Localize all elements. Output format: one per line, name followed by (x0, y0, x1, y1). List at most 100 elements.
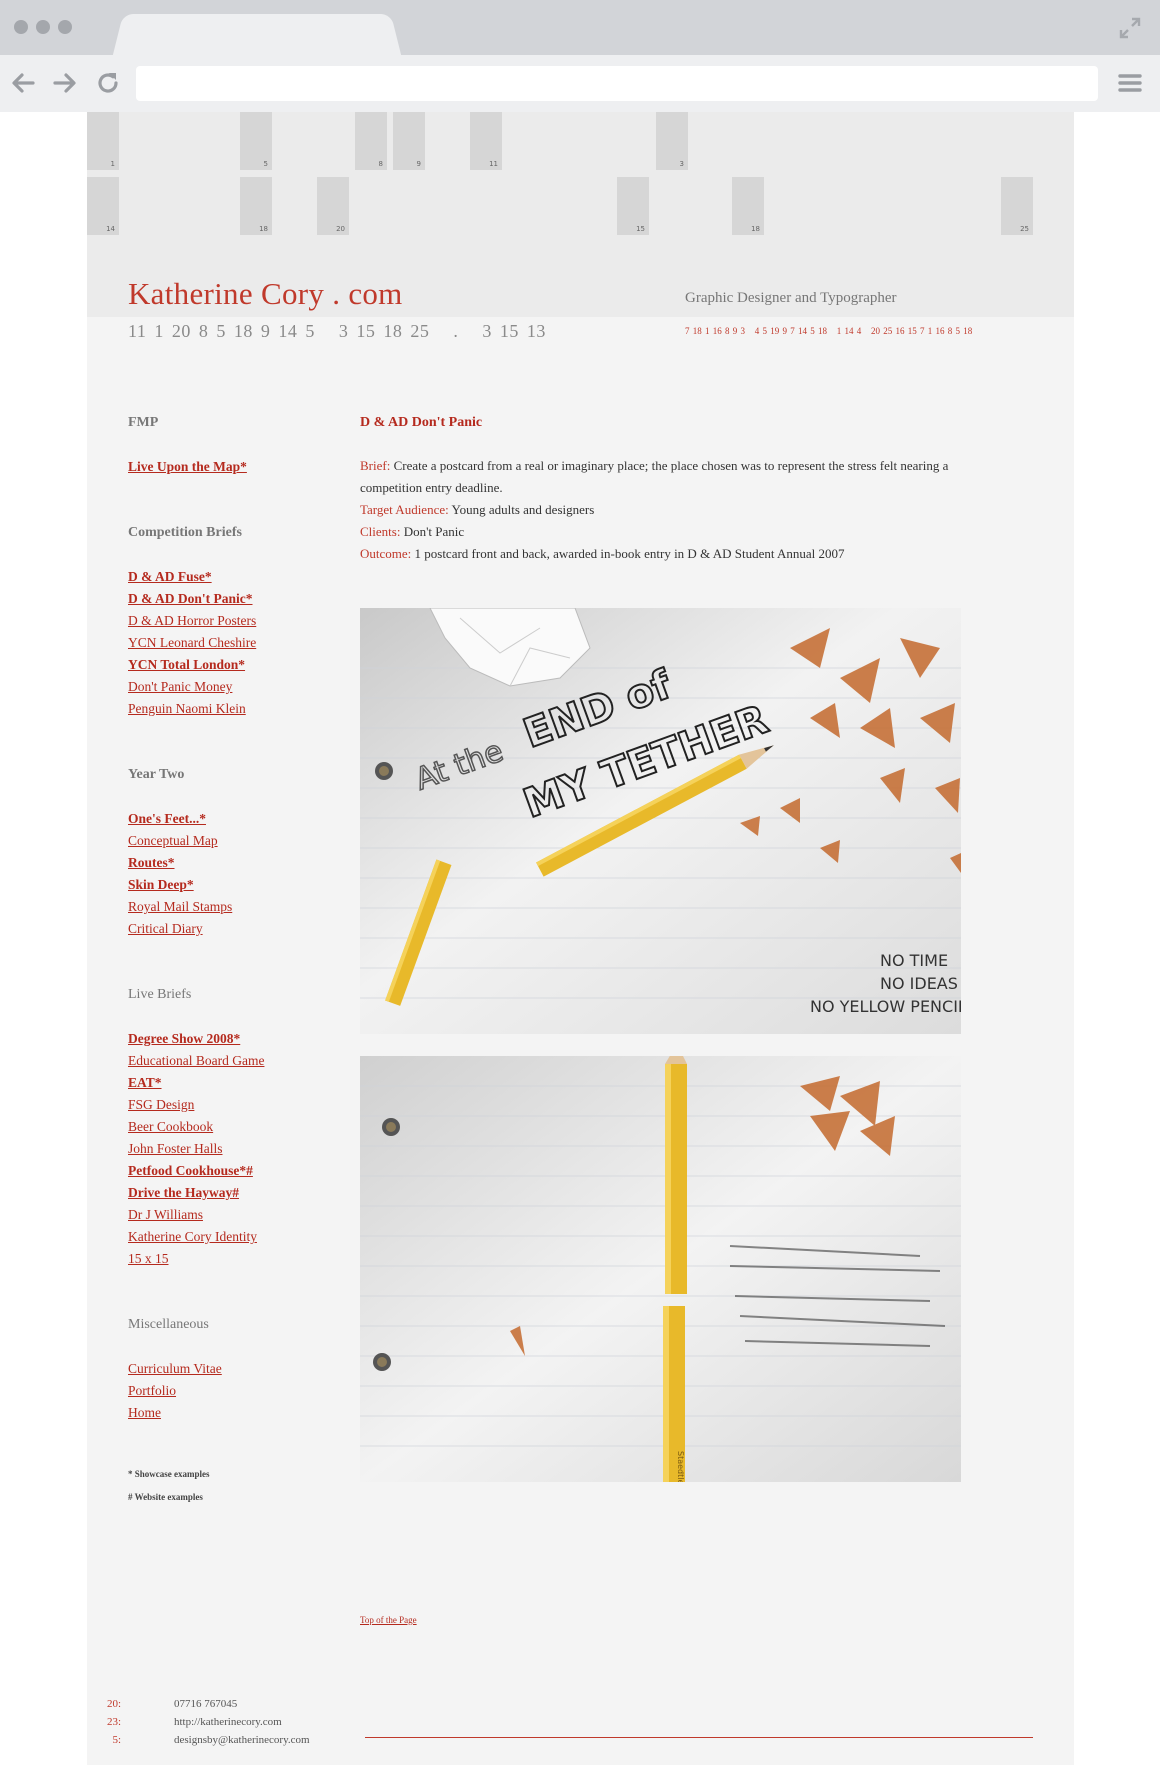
footer-website-link[interactable]: http://katherinecory.com (174, 1716, 282, 1728)
pencil-brand-label: Staedtler (676, 1451, 685, 1482)
sidebar-heading-live-briefs: Live Briefs (128, 987, 192, 1002)
brief-text-continued: competition entry deadline. (360, 480, 503, 495)
footer-divider (365, 1737, 1033, 1738)
tile-number: 25 (1020, 225, 1029, 233)
sidebar-link[interactable]: Katherine Cory Identity (128, 1229, 257, 1245)
sidebar-link[interactable]: 15 x 15 (128, 1251, 169, 1267)
sidebar-link[interactable]: Conceptual Map (128, 833, 218, 849)
top-of-page-link[interactable]: Top of the Page (360, 1615, 417, 1625)
browser-nav-bar (0, 55, 1160, 112)
window-close-dot[interactable] (14, 20, 28, 34)
title-number-code: 11 1 20 8 5 18 9 14 5 3 15 18 25 . 3 15 … (128, 321, 546, 341)
tile-number: 3 (679, 160, 684, 168)
footer-email-link[interactable]: designsby@katherinecory.com (174, 1734, 310, 1746)
sidebar-link[interactable]: Beer Cookbook (128, 1119, 213, 1135)
project-title: D & AD Don't Panic (360, 415, 483, 430)
number-tile: 8 (355, 112, 387, 170)
clients-label: Clients: (360, 524, 401, 539)
browser-tab[interactable] (126, 14, 388, 55)
postcard-note-2: NO IDEAS (880, 974, 958, 993)
tile-number: 5 (263, 160, 268, 168)
sidebar-link[interactable]: Degree Show 2008* (128, 1031, 240, 1047)
sidebar-link[interactable]: Don't Panic Money (128, 679, 232, 695)
tile-number: 18 (259, 225, 268, 233)
tile-number: 8 (378, 160, 383, 168)
outcome-value: 1 postcard front and back, awarded in-bo… (414, 546, 845, 561)
fullscreen-icon[interactable] (1119, 17, 1141, 39)
sidebar-link[interactable]: FSG Design (128, 1097, 194, 1113)
number-tile: 18 (240, 177, 272, 235)
sidebar-heading-fmp: FMP (128, 415, 159, 430)
audience-label: Target Audience: (360, 502, 449, 517)
sidebar-link[interactable]: YCN Leonard Cheshire (128, 635, 256, 651)
footer-web-code: 23: (106, 1716, 121, 1728)
sidebar-heading-year-two: Year Two (128, 767, 185, 782)
forward-arrow-icon[interactable] (51, 69, 79, 97)
back-arrow-icon[interactable] (9, 69, 37, 97)
postcard-front-image: At the END of MY TETHER NO TIME NO IDEAS… (360, 608, 961, 1034)
footer-phone: 07716 767045 (174, 1698, 238, 1710)
postcard-back-artwork: Staedtler (360, 1056, 961, 1482)
sidebar-link[interactable]: Dr J Williams (128, 1207, 203, 1223)
number-tile: 20 (317, 177, 349, 235)
address-bar[interactable] (136, 66, 1098, 101)
postcard-note-3: NO YELLOW PENCIL (810, 997, 961, 1016)
outcome: Outcome: 1 postcard front and back, awar… (360, 543, 1000, 565)
tile-number: 14 (106, 225, 115, 233)
legend-showcase: * Showcase examples (128, 1469, 210, 1479)
site-tagline: Graphic Designer and Typographer (685, 290, 897, 306)
sidebar-link-home[interactable]: Home (128, 1405, 161, 1421)
footer-email-code: 5: (112, 1734, 121, 1746)
tile-number: 15 (636, 225, 645, 233)
tile-number: 11 (489, 160, 498, 168)
number-tile: 3 (656, 112, 688, 170)
tile-number: 1 (110, 160, 115, 168)
sidebar-link[interactable]: Drive the Hayway# (128, 1185, 239, 1201)
legend-website: # Website examples (128, 1492, 203, 1502)
sidebar-link[interactable]: D & AD Fuse* (128, 569, 212, 585)
sidebar-link[interactable]: YCN Total London* (128, 657, 245, 673)
sidebar-link[interactable]: Penguin Naomi Klein (128, 701, 246, 717)
postcard-back-image: Staedtler (360, 1056, 961, 1482)
window-minimize-dot[interactable] (36, 20, 50, 34)
tile-number: 20 (336, 225, 345, 233)
brief-value: Create a postcard from a real or imagina… (393, 458, 949, 473)
web-page: 1 5 8 9 11 3 14 18 20 15 18 25 Katherine… (87, 112, 1074, 1765)
browser-title-bar (0, 0, 1160, 55)
sidebar-heading-misc: Miscellaneous (128, 1317, 209, 1332)
sidebar-link[interactable]: Skin Deep* (128, 877, 194, 893)
sidebar-link[interactable]: Royal Mail Stamps (128, 899, 232, 915)
menu-icon[interactable] (1116, 69, 1144, 97)
sidebar-link[interactable]: Live Upon the Map* (128, 459, 247, 475)
sidebar-link[interactable]: Routes* (128, 855, 175, 871)
number-tile: 25 (1001, 177, 1033, 235)
postcard-note-1: NO TIME (880, 951, 948, 970)
site-title: Katherine Cory . com (128, 276, 403, 311)
sidebar-link[interactable]: Educational Board Game (128, 1053, 264, 1069)
sidebar-link[interactable]: EAT* (128, 1075, 162, 1091)
sidebar-link[interactable]: John Foster Halls (128, 1141, 223, 1157)
number-tile: 18 (732, 177, 764, 235)
sidebar-link[interactable]: Petfood Cookhouse*# (128, 1163, 253, 1179)
number-tile: 1 (87, 112, 119, 170)
audience-value: Young adults and designers (451, 502, 595, 517)
outcome-label: Outcome: (360, 546, 412, 561)
footer-phone-code: 20: (106, 1698, 121, 1710)
clients: Clients: Don't Panic (360, 521, 1000, 543)
tile-number: 9 (416, 160, 421, 168)
sidebar-link[interactable]: D & AD Don't Panic* (128, 591, 253, 607)
window-zoom-dot[interactable] (58, 20, 72, 34)
postcard-front-artwork: At the END of MY TETHER NO TIME NO IDEAS… (360, 608, 961, 1034)
brief-label: Brief: (360, 458, 391, 473)
clients-value: Don't Panic (403, 524, 465, 539)
sidebar-link-cv[interactable]: Curriculum Vitae (128, 1361, 222, 1377)
sidebar-link[interactable]: Critical Diary (128, 921, 203, 937)
sidebar-link[interactable]: One's Feet...* (128, 811, 206, 827)
sidebar-heading-competition: Competition Briefs (128, 525, 242, 540)
tagline-number-code: 7 18 1 16 8 9 3 4 5 19 9 7 14 5 18 1 14 … (685, 326, 973, 336)
sidebar-link[interactable]: D & AD Horror Posters (128, 613, 256, 629)
number-tile: 5 (240, 112, 272, 170)
target-audience: Target Audience: Young adults and design… (360, 499, 1000, 521)
sidebar-link-portfolio[interactable]: Portfolio (128, 1383, 176, 1399)
reload-icon[interactable] (94, 69, 122, 97)
